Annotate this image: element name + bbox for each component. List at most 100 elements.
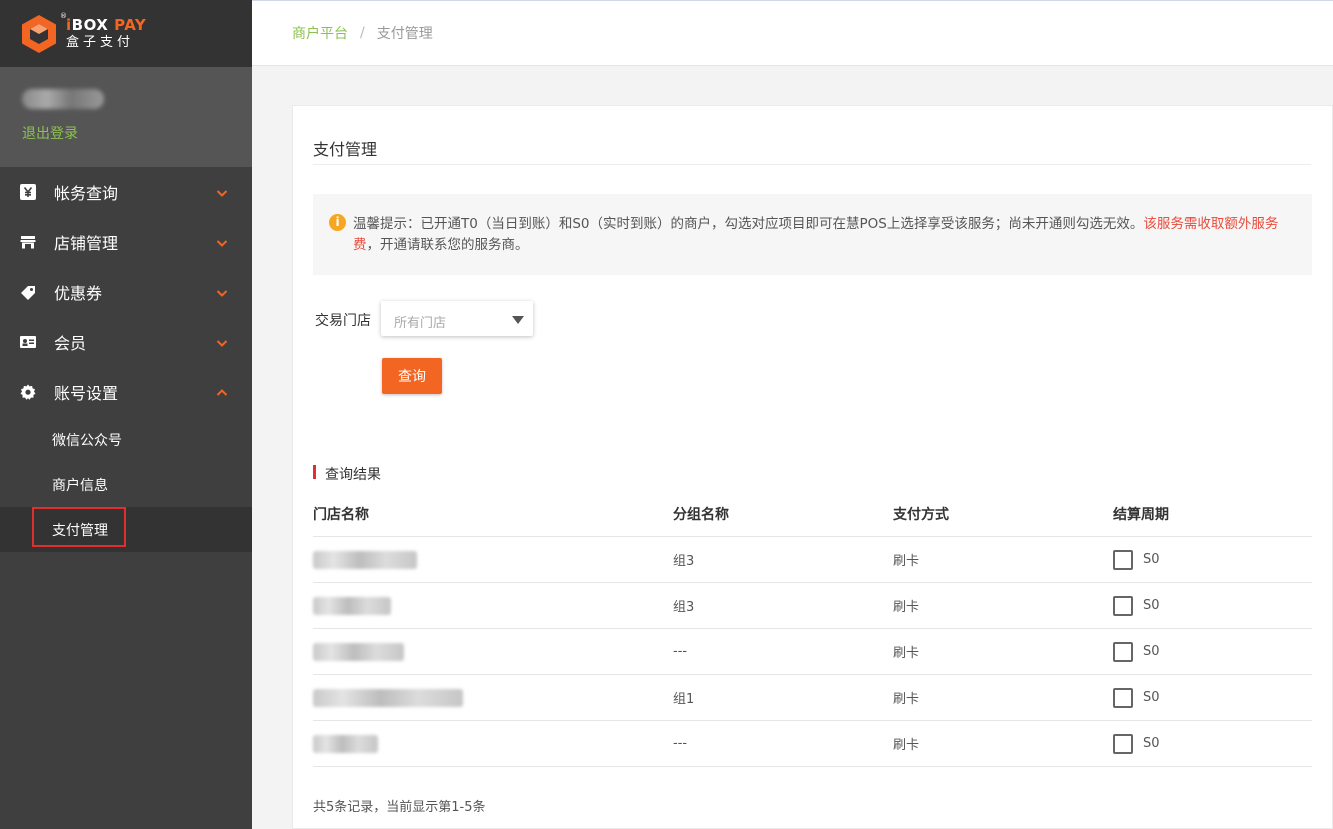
- sidebar-item-label: 帐务查询: [54, 184, 119, 203]
- member-card-icon: [20, 334, 36, 350]
- settle-label: S0: [1143, 552, 1160, 567]
- table-row: 组3 刷卡 S0: [313, 583, 1312, 629]
- breadcrumb: 商户平台 / 支付管理: [252, 0, 1333, 66]
- pay-method-cell: 刷卡: [893, 600, 920, 615]
- chevron-down-icon: [216, 334, 228, 347]
- column-header: 分组名称: [673, 506, 729, 523]
- store-name-redacted: [313, 550, 417, 569]
- gear-icon: [20, 384, 36, 400]
- settle-label: S0: [1143, 598, 1160, 613]
- sidebar-item-label: 店铺管理: [54, 234, 119, 253]
- highlight-box: [32, 507, 126, 547]
- sidebar-item-store[interactable]: 店铺管理: [0, 217, 252, 267]
- store-name-redacted: [313, 642, 404, 661]
- settle-checkbox[interactable]: [1113, 687, 1133, 708]
- settle-cell: S0: [1113, 595, 1312, 616]
- table-row: --- 刷卡 S0: [313, 629, 1312, 675]
- chevron-down-icon: [216, 184, 228, 197]
- chevron-down-icon: [216, 284, 228, 297]
- query-button[interactable]: 查询: [382, 358, 442, 394]
- results-title: 查询结果: [325, 467, 381, 483]
- coupon-icon: [20, 284, 36, 300]
- breadcrumb-separator: /: [360, 25, 365, 41]
- settle-cell: S0: [1113, 549, 1312, 570]
- page-title: 支付管理: [313, 140, 378, 159]
- settle-checkbox[interactable]: [1113, 733, 1133, 754]
- store-name-cell: [313, 688, 673, 707]
- pay-method-cell: 刷卡: [893, 554, 920, 569]
- store-name-cell: [313, 550, 673, 569]
- settle-cell: S0: [1113, 641, 1312, 662]
- group-cell: 组3: [673, 554, 695, 569]
- group-cell: ---: [673, 736, 688, 751]
- brand-cn: 盒子支付: [66, 35, 135, 50]
- breadcrumb-current: 支付管理: [376, 26, 433, 42]
- table-row: 组1 刷卡 S0: [313, 675, 1312, 721]
- settle-checkbox[interactable]: [1113, 595, 1133, 616]
- results-table: 门店名称 分组名称 支付方式 结算周期 组3 刷卡 S0 组3 刷卡 S0 --…: [313, 491, 1312, 767]
- table-header: 门店名称 分组名称 支付方式 结算周期: [313, 491, 1312, 537]
- sidebar-item-account-settings[interactable]: 账号设置: [0, 367, 252, 417]
- store-name-redacted: [313, 688, 463, 707]
- pay-method-cell: 刷卡: [893, 692, 920, 707]
- logo-bar: iBOX PAY 盒子支付 ®: [0, 0, 252, 67]
- notice-box: i 温馨提示：已开通T0（当日到账）和S0（实时到账）的商户，勾选对应项目即可在…: [313, 194, 1312, 275]
- breadcrumb-root[interactable]: 商户平台: [292, 23, 348, 43]
- settle-label: S0: [1143, 644, 1160, 659]
- sidebar: iBOX PAY 盒子支付 ® 退出登录 帐务查询 店铺管理 优惠券 会员 账号…: [0, 0, 252, 829]
- column-header: 支付方式: [893, 506, 949, 523]
- table-row: 组3 刷卡 S0: [313, 537, 1312, 583]
- settle-checkbox[interactable]: [1113, 549, 1133, 570]
- store-name-redacted: [313, 734, 378, 753]
- sidebar-item-member[interactable]: 会员: [0, 317, 252, 367]
- store-icon: [20, 234, 36, 250]
- section-marker: [313, 465, 316, 479]
- chevron-up-icon: [216, 384, 228, 396]
- settle-checkbox[interactable]: [1113, 641, 1133, 662]
- settle-cell: S0: [1113, 687, 1312, 708]
- group-cell: ---: [673, 644, 688, 659]
- title-divider: [313, 164, 1311, 165]
- group-cell: 组3: [673, 600, 695, 615]
- sidebar-item-label: 账号设置: [54, 384, 119, 403]
- store-name-cell: [313, 596, 673, 615]
- group-cell: 组1: [673, 692, 695, 707]
- username-redacted: [22, 89, 104, 109]
- brand-name: iBOX PAY 盒子支付: [66, 16, 147, 50]
- registered-mark: ®: [60, 12, 67, 20]
- logout-link[interactable]: 退出登录: [22, 123, 78, 143]
- sidebar-item-label: 会员: [54, 334, 87, 353]
- column-header: 门店名称: [313, 506, 369, 523]
- sidebar-item-label: 优惠券: [54, 284, 103, 303]
- settle-cell: S0: [1113, 733, 1312, 754]
- store-select[interactable]: 所有门店: [381, 301, 533, 336]
- submenu-item-merchant-info[interactable]: 商户信息: [0, 462, 252, 507]
- store-name-redacted: [313, 596, 391, 615]
- store-select-value: 所有门店: [394, 316, 447, 331]
- caret-down-icon: [512, 316, 524, 324]
- pay-method-cell: 刷卡: [893, 646, 920, 661]
- brand-box: BOX: [71, 16, 109, 34]
- sidebar-item-billing[interactable]: 帐务查询: [0, 167, 252, 217]
- notice-tail: ，开通请联系您的服务商。: [366, 237, 529, 253]
- pagination-summary: 共5条记录，当前显示第1-5条: [313, 800, 486, 815]
- info-icon: i: [329, 214, 346, 231]
- notice-text: 温馨提示：已开通T0（当日到账）和S0（实时到账）的商户，勾选对应项目即可在慧P…: [353, 216, 1144, 232]
- chevron-down-icon: [216, 234, 228, 247]
- pay-method-cell: 刷卡: [893, 738, 920, 753]
- store-filter-label: 交易门店: [315, 313, 371, 329]
- brand-pay: PAY: [108, 16, 147, 34]
- yen-icon: [20, 184, 36, 200]
- sidebar-item-coupon[interactable]: 优惠券: [0, 267, 252, 317]
- settle-label: S0: [1143, 690, 1160, 705]
- table-row: --- 刷卡 S0: [313, 721, 1312, 767]
- settle-label: S0: [1143, 736, 1160, 751]
- main-card: 支付管理 i 温馨提示：已开通T0（当日到账）和S0（实时到账）的商户，勾选对应…: [292, 105, 1333, 829]
- submenu-item-payment-management[interactable]: 支付管理: [0, 507, 252, 552]
- store-name-cell: [313, 642, 673, 661]
- column-header: 结算周期: [1113, 506, 1169, 523]
- submenu-item-wechat[interactable]: 微信公众号: [0, 417, 252, 462]
- user-panel: 退出登录: [0, 67, 252, 167]
- brand-logo-icon: [20, 14, 58, 54]
- store-name-cell: [313, 734, 673, 753]
